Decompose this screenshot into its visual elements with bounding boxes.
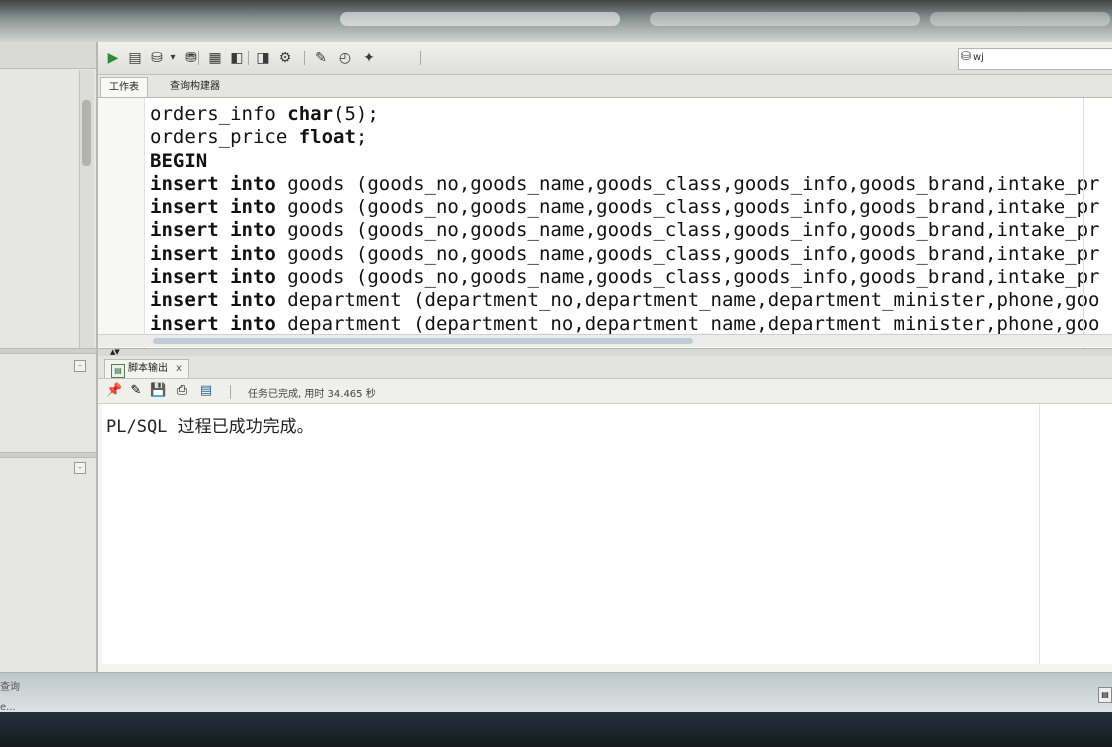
autotrace-icon[interactable]: ◧ bbox=[228, 49, 246, 67]
code-text: department (department_no,department_nam… bbox=[275, 312, 1100, 335]
status-bar: 查询 e... ▤ bbox=[0, 672, 1112, 713]
code-keyword: insert into bbox=[150, 172, 276, 195]
code-line: insert into goods (goods_no,goods_name,g… bbox=[150, 266, 1112, 289]
script-output-area[interactable]: PL/SQL 过程已成功完成。 bbox=[102, 404, 1112, 664]
commit-icon[interactable]: ⛁ bbox=[148, 49, 166, 67]
code-text: ; bbox=[355, 126, 368, 149]
worksheet-tabbar: 工作表 查询构建器 bbox=[98, 75, 1112, 98]
clear-output-icon[interactable]: ✎ bbox=[128, 383, 144, 399]
toolbar-separator bbox=[420, 51, 421, 65]
toolbar-separator bbox=[198, 51, 199, 65]
code-keyword: insert into bbox=[150, 289, 276, 312]
sql-worksheet-window: ▶ ▤ ⛁ ▾ ⛃ ▦ ◧ ◨ ⚙ ✎ ◴ ✦ ⛁ wj 工作表 查询构建器 orders_info ch… bbox=[96, 42, 1112, 676]
code-line: orders_price float; bbox=[150, 126, 1112, 149]
code-text: goods (goods_no,goods_name,goods_class,g… bbox=[275, 172, 1100, 195]
monitor-bezel-top bbox=[0, 0, 1112, 42]
output-message: PL/SQL 过程已成功完成。 bbox=[106, 417, 314, 437]
output-right-margin-line bbox=[1039, 404, 1040, 664]
toolbar-separator bbox=[248, 51, 249, 65]
code-area[interactable]: orders_info char(5); orders_price float; B… bbox=[150, 103, 1112, 336]
sql-tuning-icon[interactable]: ◨ bbox=[254, 49, 272, 67]
code-text: goods (goods_no,goods_name,goods_class,g… bbox=[275, 266, 1100, 289]
script-output-icon: ▤ bbox=[111, 364, 125, 378]
code-line: BEGIN bbox=[150, 150, 1112, 173]
tab-query-builder[interactable]: 查询构建器 bbox=[162, 77, 228, 96]
status-corner-icon[interactable]: ▤ bbox=[1098, 687, 1112, 703]
editor-vertical-scrollbar[interactable] bbox=[79, 70, 94, 348]
print-icon[interactable]: ⎙ bbox=[174, 383, 190, 399]
clear-icon[interactable]: ✎ bbox=[312, 49, 330, 67]
connections-panel-header bbox=[0, 42, 96, 69]
code-text: goods (goods_no,goods_name,goods_class,g… bbox=[275, 219, 1100, 242]
code-line: orders_info char(5); bbox=[150, 103, 1112, 126]
tab-worksheet-label: 工作表 bbox=[109, 82, 139, 93]
database-icon: ⛁ bbox=[960, 49, 972, 63]
editor-right-margin-line bbox=[1083, 98, 1084, 348]
tab-query-builder-label: 查询构建器 bbox=[170, 81, 220, 92]
open-file-icon[interactable]: ▤ bbox=[198, 383, 214, 399]
code-type-keyword: float bbox=[298, 126, 356, 149]
collapse-arrows-icon[interactable]: ▲▼ bbox=[110, 348, 120, 356]
code-text: orders_price bbox=[150, 126, 299, 149]
sql-editor[interactable]: orders_info char(5); orders_price float; B… bbox=[98, 98, 1112, 348]
explain-plan-icon[interactable]: ▦ bbox=[206, 49, 224, 67]
panel-divider[interactable] bbox=[0, 348, 96, 354]
code-keyword: insert into bbox=[150, 242, 276, 265]
tab-script-output-label: 脚本输出 bbox=[128, 363, 168, 374]
code-line: insert into goods (goods_no,goods_name,g… bbox=[150, 196, 1112, 219]
code-type-keyword: char bbox=[287, 103, 334, 125]
tab-script-output[interactable]: ▤ 脚本输出 x bbox=[104, 359, 189, 378]
code-text: goods (goods_no,goods_name,goods_class,g… bbox=[275, 196, 1100, 219]
format-icon[interactable]: ✦ bbox=[360, 49, 378, 67]
code-keyword: insert into bbox=[150, 312, 276, 335]
code-keyword: insert into bbox=[150, 219, 276, 242]
code-line: insert into goods (goods_no,goods_name,g… bbox=[150, 243, 1112, 266]
code-keyword: BEGIN bbox=[150, 149, 208, 172]
toolbar-separator bbox=[230, 385, 231, 399]
panel-divider-2[interactable] bbox=[0, 452, 96, 458]
monitor-bezel-bottom bbox=[0, 712, 1112, 747]
code-line: insert into goods (goods_no,goods_name,g… bbox=[150, 219, 1112, 242]
pin-icon[interactable]: 📌 bbox=[106, 383, 122, 399]
output-toolbar: 任务已完成, 用时 34.465 秒 📌 ✎ 💾 ⎙ ▤ bbox=[98, 379, 1112, 404]
code-text: department (department_no,department_nam… bbox=[275, 289, 1100, 312]
connection-selector[interactable]: ⛁ wj bbox=[958, 48, 1112, 70]
toolbar-separator bbox=[304, 51, 305, 65]
scrollbar-thumb[interactable] bbox=[82, 100, 91, 166]
dropdown-arrow-icon[interactable]: ▾ bbox=[168, 49, 178, 67]
code-keyword: insert into bbox=[150, 266, 276, 289]
minimize-panel-icon[interactable]: – bbox=[74, 360, 86, 372]
editor-line-margin bbox=[98, 98, 145, 348]
horizontal-scrollbar-thumb[interactable] bbox=[153, 338, 693, 344]
status-left-label: 查询 bbox=[0, 682, 20, 693]
tab-worksheet[interactable]: 工作表 bbox=[100, 77, 148, 97]
editor-horizontal-scrollbar[interactable] bbox=[98, 334, 1112, 347]
code-text: orders_info bbox=[150, 103, 288, 125]
save-icon[interactable]: 💾 bbox=[150, 383, 166, 399]
minimize-panel-icon-2[interactable]: – bbox=[74, 462, 86, 474]
history-icon[interactable]: ◴ bbox=[336, 49, 354, 67]
code-keyword: insert into bbox=[150, 196, 276, 219]
unshared-sql-icon[interactable]: ⚙ bbox=[276, 49, 294, 67]
run-icon[interactable]: ▶ bbox=[104, 49, 122, 67]
output-tabbar: ▤ 脚本输出 x bbox=[98, 356, 1112, 379]
code-line: insert into department (department_no,de… bbox=[150, 313, 1112, 336]
code-text: (5); bbox=[333, 103, 379, 125]
code-line: insert into department (department_no,de… bbox=[150, 289, 1112, 312]
worksheet-toolbar: ▶ ▤ ⛁ ▾ ⛃ ▦ ◧ ◨ ⚙ ✎ ◴ ✦ ⛁ wj bbox=[98, 42, 1112, 75]
connection-name: wj bbox=[973, 52, 984, 63]
task-status-text: 任务已完成, 用时 34.465 秒 bbox=[248, 389, 376, 400]
code-line: insert into goods (goods_no,goods_name,g… bbox=[150, 173, 1112, 196]
run-script-icon[interactable]: ▤ bbox=[126, 49, 144, 67]
close-tab-icon[interactable]: x bbox=[176, 363, 182, 374]
code-text: goods (goods_no,goods_name,goods_class,g… bbox=[275, 242, 1100, 265]
